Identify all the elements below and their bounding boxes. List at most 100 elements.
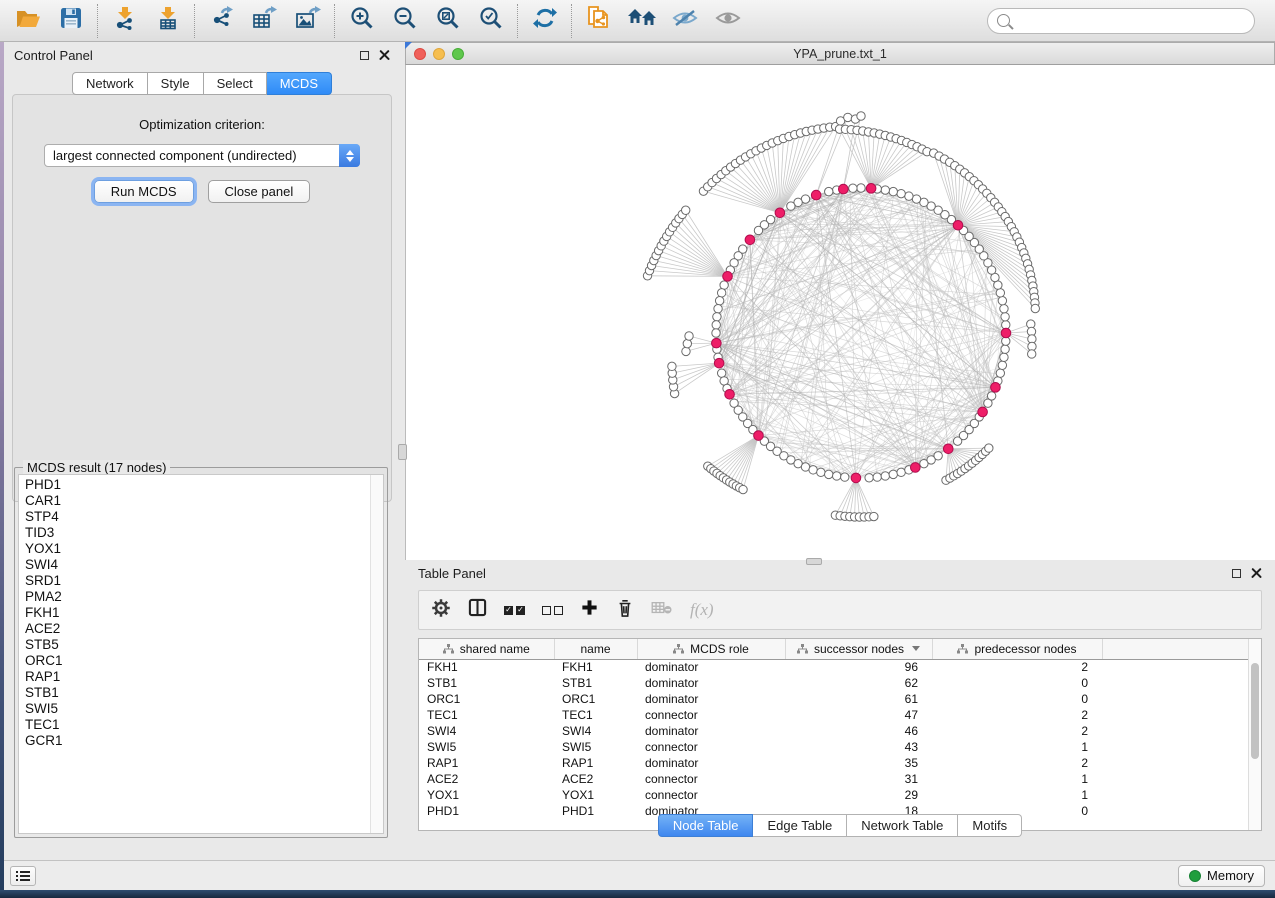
unselect-all-rows-button[interactable]: [542, 606, 563, 615]
graph-mcds-node[interactable]: [811, 190, 821, 200]
graph-node[interactable]: [934, 452, 942, 460]
graph-leaf-node[interactable]: [1031, 304, 1039, 312]
graph-leaf-node[interactable]: [682, 347, 690, 355]
clone-network-button[interactable]: [577, 2, 620, 40]
zoom-in-button[interactable]: [340, 2, 383, 40]
graph-leaf-node[interactable]: [1028, 350, 1036, 358]
zoom-selected-button[interactable]: [469, 2, 512, 40]
column-header-successor-nodes[interactable]: successor nodes: [785, 639, 932, 659]
graph-mcds-node[interactable]: [754, 431, 764, 441]
table-row[interactable]: ORC1ORC1dominator610: [419, 691, 1248, 707]
mcds-node-item[interactable]: CAR1: [25, 493, 383, 509]
graph-node[interactable]: [897, 468, 905, 476]
table-row[interactable]: ACE2ACE2connector311: [419, 771, 1248, 787]
export-table-button[interactable]: [243, 2, 286, 40]
select-all-rows-button[interactable]: ✓✓: [504, 606, 525, 615]
import-network-button[interactable]: [103, 2, 146, 40]
table-row[interactable]: STB1STB1dominator620: [419, 675, 1248, 691]
mcds-node-item[interactable]: RAP1: [25, 669, 383, 685]
graph-mcds-node[interactable]: [745, 235, 755, 245]
first-neighbors-button[interactable]: [620, 2, 663, 40]
network-graph[interactable]: [406, 65, 1274, 560]
graph-node[interactable]: [889, 187, 897, 195]
graph-node[interactable]: [996, 369, 1004, 377]
table-scrollbar-thumb[interactable]: [1251, 663, 1259, 759]
mcds-node-item[interactable]: FKH1: [25, 605, 383, 621]
graph-node[interactable]: [998, 361, 1006, 369]
mcds-result-listbox[interactable]: PHD1CAR1STP4TID3YOX1SWI4SRD1PMA2FKH1ACE2…: [18, 474, 384, 834]
graph-node[interactable]: [817, 468, 825, 476]
table-row[interactable]: RAP1RAP1dominator352: [419, 755, 1248, 771]
graph-node[interactable]: [889, 470, 897, 478]
graph-mcds-node[interactable]: [723, 272, 733, 282]
graph-mcds-node[interactable]: [851, 473, 861, 483]
graph-mcds-node[interactable]: [991, 383, 1001, 393]
show-all-button[interactable]: [706, 2, 749, 40]
mcds-node-item[interactable]: SRD1: [25, 573, 383, 589]
save-session-button[interactable]: [49, 2, 92, 40]
graph-node[interactable]: [849, 184, 857, 192]
table-row[interactable]: SWI4SWI4dominator462: [419, 723, 1248, 739]
graph-node[interactable]: [717, 369, 725, 377]
panel-divider-handle[interactable]: [398, 444, 407, 460]
graph-node[interactable]: [1001, 345, 1009, 353]
float-table-panel-icon[interactable]: [1232, 569, 1241, 578]
graph-mcds-node[interactable]: [712, 338, 722, 348]
mcds-node-item[interactable]: SWI4: [25, 557, 383, 573]
graph-node[interactable]: [713, 313, 721, 321]
graph-leaf-node[interactable]: [739, 485, 747, 493]
graph-leaf-node[interactable]: [683, 339, 691, 347]
graph-leaf-node[interactable]: [685, 332, 693, 340]
show-panel-menu-button[interactable]: [10, 866, 36, 886]
tab-network[interactable]: Network: [72, 72, 148, 95]
network-canvas[interactable]: [405, 65, 1275, 560]
export-image-button[interactable]: [286, 2, 329, 40]
mcds-node-item[interactable]: STB1: [25, 685, 383, 701]
table-row[interactable]: FKH1FKH1dominator962: [419, 659, 1248, 675]
graph-mcds-node[interactable]: [866, 184, 876, 194]
close-panel-button[interactable]: Close panel: [208, 180, 311, 203]
export-network-button[interactable]: [200, 2, 243, 40]
tab-edge-table[interactable]: Edge Table: [753, 814, 847, 837]
table-row[interactable]: TEC1TEC1connector472: [419, 707, 1248, 723]
graph-node[interactable]: [715, 297, 723, 305]
graph-node[interactable]: [754, 226, 762, 234]
add-column-button[interactable]: [580, 598, 599, 622]
float-panel-icon[interactable]: [360, 51, 369, 60]
graph-mcds-node[interactable]: [775, 208, 785, 218]
graph-node[interactable]: [1001, 313, 1009, 321]
graph-node[interactable]: [881, 472, 889, 480]
graph-node[interactable]: [825, 187, 833, 195]
graph-mcds-node[interactable]: [943, 444, 953, 454]
graph-mcds-node[interactable]: [1001, 328, 1011, 338]
table-row[interactable]: YOX1YOX1connector291: [419, 787, 1248, 803]
graph-mcds-node[interactable]: [839, 184, 849, 194]
mcds-node-item[interactable]: STP4: [25, 509, 383, 525]
graph-leaf-node[interactable]: [857, 112, 865, 120]
graph-node[interactable]: [897, 189, 905, 197]
graph-node[interactable]: [841, 473, 849, 481]
graph-node[interactable]: [809, 466, 817, 474]
function-builder-button[interactable]: f(x): [690, 600, 714, 620]
hide-selected-button[interactable]: [663, 2, 706, 40]
graph-node[interactable]: [881, 186, 889, 194]
zoom-out-button[interactable]: [383, 2, 426, 40]
graph-mcds-node[interactable]: [725, 389, 735, 399]
graph-mcds-node[interactable]: [953, 220, 963, 230]
graph-node[interactable]: [717, 289, 725, 297]
graph-node[interactable]: [1000, 353, 1008, 361]
graph-node[interactable]: [996, 289, 1004, 297]
column-view-button[interactable]: [468, 598, 487, 622]
graph-node[interactable]: [865, 474, 873, 482]
mcds-node-item[interactable]: GCR1: [25, 733, 383, 749]
table-scrollbar[interactable]: [1248, 639, 1261, 830]
graph-node[interactable]: [787, 202, 795, 210]
mcds-result-scrollbar[interactable]: [370, 475, 383, 833]
delete-table-button[interactable]: [651, 600, 673, 621]
graph-leaf-node[interactable]: [985, 444, 993, 452]
import-table-button[interactable]: [146, 2, 189, 40]
column-header-shared-name[interactable]: shared name: [419, 639, 554, 659]
network-window-titlebar[interactable]: YPA_prune.txt_1: [405, 42, 1275, 65]
search-box[interactable]: [987, 8, 1255, 34]
graph-leaf-node[interactable]: [844, 113, 852, 121]
